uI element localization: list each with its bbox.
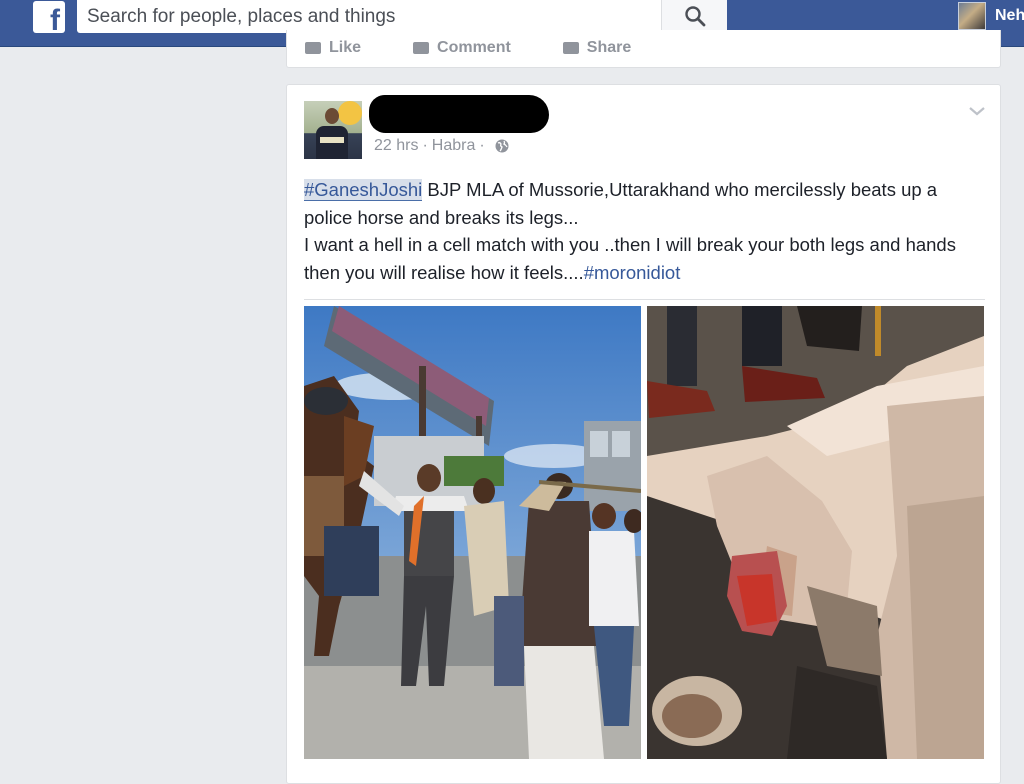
post-meta: 22 hrs · Habra · xyxy=(374,137,509,155)
search-box xyxy=(77,0,727,33)
hashtag-ganeshjoshi-link[interactable]: #GaneshJoshi xyxy=(304,179,423,201)
previous-post-actions: Like Comment Share xyxy=(305,39,631,57)
share-button[interactable]: Share xyxy=(562,39,632,57)
search-input[interactable] xyxy=(77,0,661,33)
post-timestamp[interactable]: 22 hrs xyxy=(374,137,418,155)
like-label: Like xyxy=(329,39,362,56)
meta-separator-2: · xyxy=(479,137,485,154)
meta-separator: · xyxy=(422,137,428,154)
globe-icon[interactable] xyxy=(495,139,509,153)
post-message: #GaneshJoshi BJP MLA of Mussorie,Uttarak… xyxy=(304,176,984,286)
author-avatar[interactable] xyxy=(304,101,362,159)
author-name-redacted xyxy=(369,95,549,133)
post-paragraph-2: I want a hell in a cell match with you .… xyxy=(304,231,984,286)
comment-label: Comment xyxy=(437,39,511,56)
profile-name-link[interactable]: Neh xyxy=(995,7,1024,25)
share-icon xyxy=(562,42,579,54)
hashtag-moronidiot-link[interactable]: #moronidiot xyxy=(584,262,681,283)
search-icon xyxy=(685,6,706,27)
chevron-down-icon[interactable] xyxy=(967,103,987,119)
like-button[interactable]: Like xyxy=(305,39,361,57)
post-paragraph-1: #GaneshJoshi BJP MLA of Mussorie,Uttarak… xyxy=(304,176,984,231)
comment-button[interactable]: Comment xyxy=(413,39,511,57)
post-card: 22 hrs · Habra · #GaneshJoshi BJP MLA of… xyxy=(286,84,1001,784)
post-photo-grid xyxy=(304,299,985,760)
comment-icon xyxy=(413,42,430,54)
search-button[interactable] xyxy=(661,0,727,33)
previous-post-card: Like Comment Share xyxy=(286,30,1001,68)
thumbs-up-icon xyxy=(305,42,321,54)
post-photo-injured-horse[interactable] xyxy=(647,306,984,759)
share-label: Share xyxy=(586,39,632,56)
facebook-logo[interactable]: f xyxy=(33,1,65,33)
post-photo-crowd[interactable] xyxy=(304,306,641,759)
profile-avatar[interactable] xyxy=(958,2,986,30)
post-location[interactable]: Habra xyxy=(432,137,476,155)
